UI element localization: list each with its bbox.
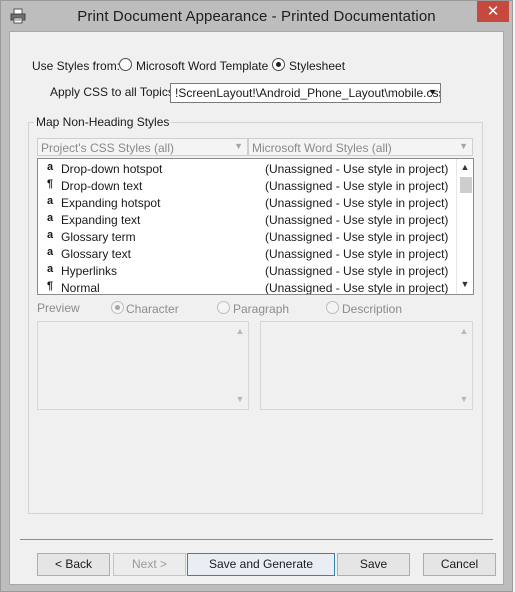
preview-label: Preview [37,301,80,315]
row-style-name: Glossary text [61,247,132,261]
style-mapping-list[interactable]: a Drop-down hotspot (Unassigned - Use st… [37,158,474,295]
chevron-down-icon[interactable]: ▼ [234,141,243,151]
list-item[interactable]: a Expanding text (Unassigned - Use style… [38,211,458,228]
preview-pane-right: ▲ ▼ [260,321,473,410]
row-word-style[interactable]: (Unassigned - Use style in project) [265,264,448,278]
chevron-down-icon[interactable]: ▼ [428,87,437,97]
row-word-style[interactable]: (Unassigned - Use style in project) [265,213,448,227]
dialog-client-area: Use Styles from: Microsoft Word Template… [9,31,504,585]
row-style-name: Drop-down hotspot [61,162,163,176]
word-styles-filter-label: Microsoft Word Styles (all) [252,141,392,155]
row-word-style[interactable]: (Unassigned - Use style in project) [265,247,448,261]
apply-css-value: !ScreenLayout!\Android_Phone_Layout\mobi… [175,86,441,100]
row-word-style[interactable]: (Unassigned - Use style in project) [265,162,448,176]
radio-word-template-label[interactable]: Microsoft Word Template [136,59,268,73]
save-and-generate-button[interactable]: Save and Generate [187,553,335,576]
scroll-down-icon: ▼ [235,394,245,404]
word-styles-filter[interactable]: Microsoft Word Styles (all) ▼ [248,138,473,156]
dialog-window: Print Document Appearance - Printed Docu… [0,0,513,592]
character-style-icon: a [47,195,54,207]
row-style-name: Drop-down text [61,179,143,193]
next-button[interactable]: Next > [113,553,186,576]
list-item[interactable]: a Drop-down hotspot (Unassigned - Use st… [38,160,458,177]
list-item[interactable]: a Hyperlinks (Unassigned - Use style in … [38,262,458,279]
title-bar: Print Document Appearance - Printed Docu… [1,1,512,31]
preview-pane-left: ▲ ▼ [37,321,249,410]
row-word-style[interactable]: (Unassigned - Use style in project) [265,230,448,244]
radio-preview-character[interactable] [111,301,124,314]
cancel-button[interactable]: Cancel [423,553,496,576]
scroll-up-icon[interactable]: ▲ [457,162,473,172]
row-style-name: Expanding hotspot [61,196,161,210]
list-scrollbar[interactable]: ▲ ▼ [456,159,473,294]
map-styles-group-title: Map Non-Heading Styles [34,115,172,129]
save-button[interactable]: Save [337,553,410,576]
list-item[interactable]: a Glossary term (Unassigned - Use style … [38,228,458,245]
radio-preview-description-label[interactable]: Description [342,302,402,316]
scroll-down-icon[interactable]: ▼ [457,279,473,289]
use-styles-label: Use Styles from: [32,59,121,73]
css-styles-filter[interactable]: Project's CSS Styles (all) ▼ [37,138,248,156]
list-item[interactable]: ¶ Drop-down text (Unassigned - Use style… [38,177,458,194]
scrollbar-thumb[interactable] [460,177,472,193]
close-button[interactable]: ✕ [477,1,509,22]
close-icon[interactable]: ✕ [487,3,500,20]
character-style-icon: a [47,161,54,173]
scroll-up-icon: ▲ [459,326,469,336]
row-style-name: Glossary term [61,230,136,244]
list-item[interactable]: ¶ Normal (Unassigned - Use style in proj… [38,279,458,295]
radio-stylesheet[interactable] [272,58,285,71]
chevron-down-icon[interactable]: ▼ [459,141,468,151]
character-style-icon: a [47,229,54,241]
back-button[interactable]: < Back [37,553,110,576]
list-item[interactable]: a Expanding hotspot (Unassigned - Use st… [38,194,458,211]
scroll-up-icon: ▲ [235,326,245,336]
character-style-icon: a [47,246,54,258]
css-styles-filter-label: Project's CSS Styles (all) [41,141,174,155]
paragraph-style-icon: ¶ [47,178,54,190]
window-title: Print Document Appearance - Printed Docu… [77,8,436,25]
apply-css-label: Apply CSS to all Topics: [50,85,178,99]
scroll-down-icon: ▼ [459,394,469,404]
button-separator [20,539,493,540]
radio-preview-character-label[interactable]: Character [126,302,179,316]
list-item[interactable]: a Glossary text (Unassigned - Use style … [38,245,458,262]
row-word-style[interactable]: (Unassigned - Use style in project) [265,281,448,294]
character-style-icon: a [47,212,54,224]
radio-word-template[interactable] [119,58,132,71]
row-word-style[interactable]: (Unassigned - Use style in project) [265,179,448,193]
radio-stylesheet-label[interactable]: Stylesheet [289,59,345,73]
row-word-style[interactable]: (Unassigned - Use style in project) [265,196,448,210]
row-style-name: Hyperlinks [61,264,118,278]
character-style-icon: a [47,263,54,275]
apply-css-combobox[interactable]: !ScreenLayout!\Android_Phone_Layout\mobi… [170,83,441,103]
radio-preview-paragraph-label[interactable]: Paragraph [233,302,289,316]
radio-preview-paragraph[interactable] [217,301,230,314]
radio-preview-description[interactable] [326,301,339,314]
row-style-name: Expanding text [61,213,141,227]
row-style-name: Normal [61,281,100,295]
paragraph-style-icon: ¶ [47,280,54,292]
